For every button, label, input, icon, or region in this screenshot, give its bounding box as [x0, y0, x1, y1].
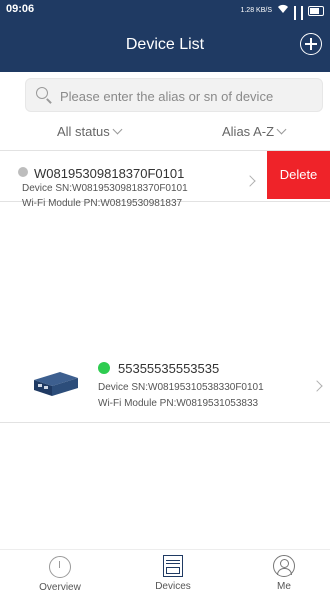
device-sn: Device SN:W08195310538330F0101: [98, 382, 264, 393]
tab-me-label: Me: [277, 581, 291, 592]
tab-overview-label: Overview: [39, 582, 81, 593]
device-row-content: W08195309818370F0101 Device SN:W08195309…: [8, 151, 258, 209]
header: Device List: [0, 20, 330, 72]
device-alias: 55355535553535: [118, 361, 220, 376]
device-alias: W08195309818370F0101: [34, 166, 185, 181]
tab-devices-label: Devices: [155, 581, 191, 592]
chevron-right-icon: [311, 380, 323, 392]
page-title: Device List: [125, 36, 205, 53]
status-time: 09:06: [6, 3, 35, 15]
chevron-down-icon: [276, 124, 287, 135]
wifi-icon: [277, 4, 289, 17]
list-item[interactable]: 55355535553535 Device SN:W08195310538330…: [0, 350, 330, 423]
gauge-icon: [48, 556, 72, 580]
tab-overview[interactable]: Overview: [20, 554, 100, 593]
search-box: [25, 78, 323, 113]
status-dot: [98, 362, 110, 374]
add-device-button[interactable]: [300, 33, 322, 55]
sort-dropdown[interactable]: Alias A-Z: [222, 124, 287, 139]
device-sn: Device SN:W08195309818370F0101: [22, 183, 188, 194]
chevron-down-icon: [112, 124, 123, 135]
signal-icon-2: [301, 5, 303, 30]
search-input[interactable]: [58, 79, 314, 113]
list-item: W08195309818370F0101 Device SN:W08195309…: [0, 150, 330, 209]
status-dot: [18, 167, 28, 177]
user-icon: [272, 555, 296, 579]
tab-me[interactable]: Me: [244, 554, 324, 592]
bottom-tab-bar: Overview Devices Me: [0, 549, 330, 600]
tab-devices[interactable]: Devices: [133, 554, 213, 592]
device-list: W08195309818370F0101 Device SN:W08195309…: [0, 150, 330, 423]
sort-label: Alias A-Z: [222, 124, 275, 139]
device-row-swiped[interactable]: W08195309818370F0101 Device SN:W08195309…: [0, 151, 330, 209]
signal-icon: [294, 5, 296, 30]
status-icons: 1.28 KB/S: [240, 4, 324, 30]
devices-icon: [161, 555, 185, 579]
network-speed: 1.28 KB/S: [240, 7, 272, 14]
status-filter-dropdown[interactable]: All status: [57, 124, 123, 139]
chevron-right-icon: [244, 175, 256, 187]
battery-icon: [308, 5, 324, 16]
status-bar: 09:06 1.28 KB/S: [0, 0, 330, 30]
wifi-module-pn: Wi-Fi Module PN:W0819531053833: [98, 398, 259, 409]
delete-button[interactable]: Delete: [267, 151, 330, 199]
status-filter-label: All status: [57, 124, 110, 139]
filter-bar: All status Alias A-Z: [0, 118, 330, 146]
search-icon: [36, 87, 48, 99]
inverter-device-image: [30, 368, 82, 398]
wifi-module-pn: Wi-Fi Module PN:W0819530981837: [22, 198, 183, 209]
search-bar: [25, 78, 323, 113]
